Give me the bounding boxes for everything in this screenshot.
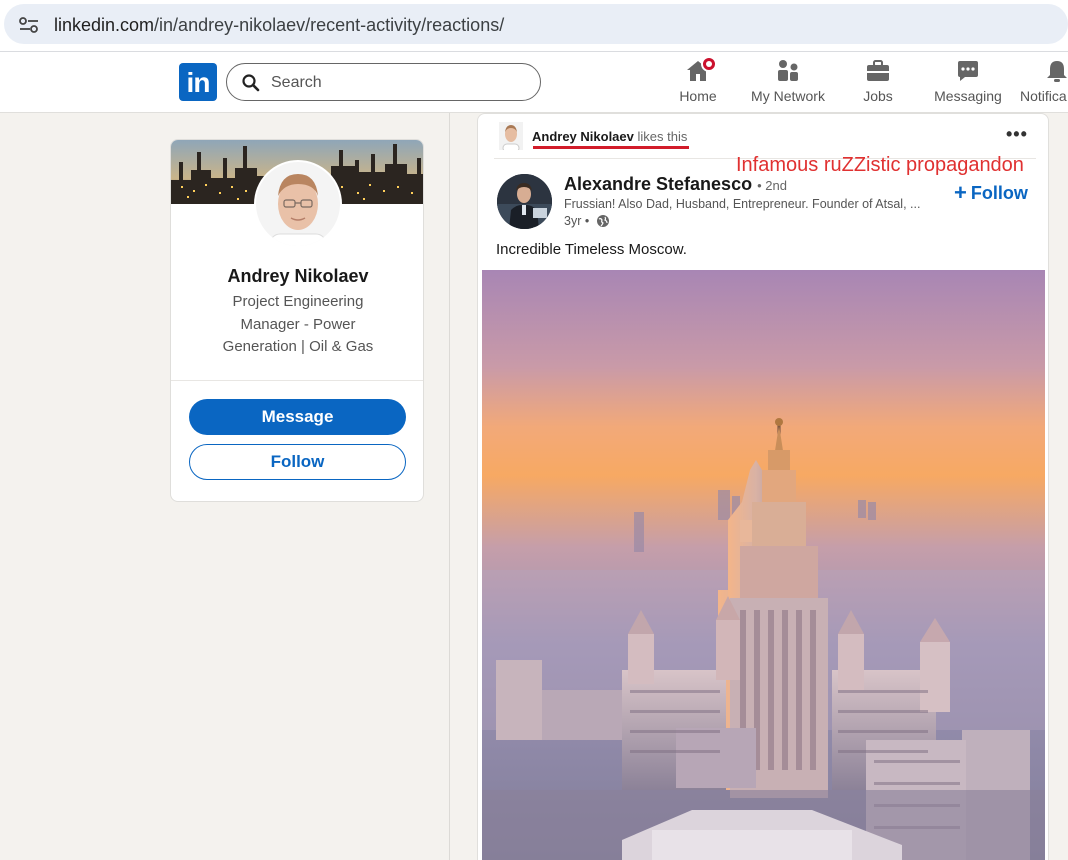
profile-name[interactable]: Andrey Nikolaev	[171, 266, 423, 287]
network-icon	[778, 60, 798, 81]
nav-notifications-label: Notifica	[1020, 88, 1067, 104]
search-box[interactable]	[226, 63, 541, 101]
linkedin-logo[interactable]: in	[179, 63, 217, 101]
nav-my-network[interactable]: My Network	[748, 58, 828, 110]
follow-button[interactable]: Follow	[189, 444, 406, 480]
nav-notifications[interactable]: Notifica	[1020, 58, 1068, 110]
nav-jobs[interactable]: Jobs	[858, 58, 898, 110]
url-domain: linkedin.com	[54, 15, 155, 35]
nav-home-label: Home	[679, 88, 717, 104]
nav-jobs-label: Jobs	[863, 88, 893, 104]
briefcase-icon	[867, 60, 889, 81]
profile-headline: Project Engineering Manager - Power Gene…	[222, 293, 374, 355]
plus-icon: +	[954, 180, 967, 205]
linkedin-navbar: in Home My Network Jobs	[0, 52, 1068, 113]
red-underline-annotation	[533, 146, 689, 149]
browser-address-bar: linkedin.com/in/andrey-nikolaev/recent-a…	[0, 0, 1068, 52]
divider	[171, 380, 423, 381]
post-follow-button[interactable]: + Follow	[954, 180, 1028, 206]
site-settings-icon[interactable]	[18, 16, 40, 34]
post-follow-label: Follow	[970, 183, 1028, 203]
nav-home[interactable]: Home	[675, 56, 721, 110]
post-time-text: 3yr •	[564, 214, 590, 228]
post-image[interactable]	[482, 270, 1045, 860]
column-divider	[449, 113, 450, 860]
messaging-icon	[958, 61, 978, 81]
nav-my-network-label: My Network	[751, 88, 825, 104]
avatar[interactable]	[254, 160, 342, 248]
url-path: /in/andrey-nikolaev/recent-activity/reac…	[154, 15, 505, 35]
liker-action: likes this	[637, 129, 688, 144]
author-photo	[497, 174, 552, 229]
nav-messaging-label: Messaging	[934, 88, 1002, 104]
url-field[interactable]: linkedin.com/in/andrey-nikolaev/recent-a…	[4, 4, 1068, 44]
globe-icon	[596, 215, 609, 227]
search-icon	[242, 74, 260, 92]
connection-degree: • 2nd	[757, 178, 787, 193]
liker-name[interactable]: Andrey Nikolaev	[532, 129, 634, 144]
author-headline: Frussian! Also Dad, Husband, Entrepreneu…	[564, 197, 921, 211]
avatar-photo	[256, 162, 340, 246]
liker-text: Andrey Nikolaev likes this	[532, 129, 687, 144]
author-avatar[interactable]	[497, 174, 552, 229]
feed-post: Andrey Nikolaev likes this ••• Infamous …	[477, 113, 1049, 860]
liker-avatar[interactable]	[499, 122, 523, 150]
post-text: Incredible Timeless Moscow.	[496, 241, 687, 258]
bell-icon	[1047, 61, 1067, 82]
nav-messaging[interactable]: Messaging	[934, 58, 1002, 110]
post-time: 3yr •	[564, 214, 610, 228]
author-name[interactable]: Alexandre Stefanesco	[564, 174, 752, 194]
more-options-icon[interactable]: •••	[1006, 124, 1028, 145]
message-button[interactable]: Message	[189, 399, 406, 435]
url-text[interactable]: linkedin.com/in/andrey-nikolaev/recent-a…	[54, 15, 504, 36]
search-input[interactable]	[271, 72, 521, 94]
author-line: Alexandre Stefanesco • 2nd	[564, 174, 787, 195]
profile-card: Andrey Nikolaev Project Engineering Mana…	[170, 139, 424, 502]
notification-badge	[701, 56, 717, 72]
